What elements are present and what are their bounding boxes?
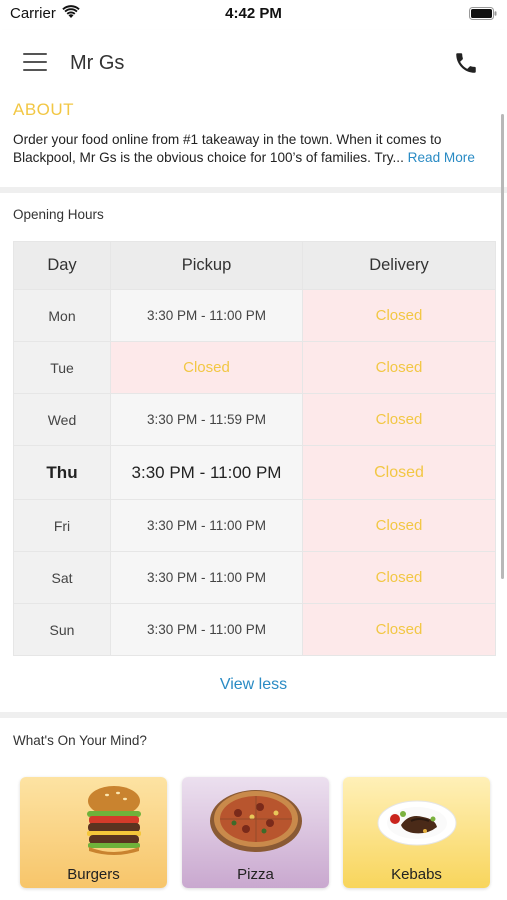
clock: 4:42 PM [225,5,282,22]
pickup-hours-cell: 3:30 PM - 11:59 PM [110,393,303,446]
table-header-row: Day Pickup Delivery [13,241,496,290]
day-cell: Sat [13,551,111,604]
pickup-hours-cell: 3:30 PM - 11:00 PM [110,445,303,500]
category-label: Kebabs [391,866,442,883]
category-label: Burgers [67,866,120,883]
delivery-closed-cell: Closed [302,499,496,552]
kebab-plate-icon [377,800,457,846]
delivery-closed-cell: Closed [302,603,496,656]
app-header: Mr Gs [0,30,507,98]
about-text: Order your food online from #1 takeaway … [13,131,497,166]
day-cell: Mon [13,289,111,342]
pickup-hours-cell: 3:30 PM - 11:00 PM [110,551,303,604]
column-header-delivery: Delivery [302,241,496,290]
delivery-closed-cell: Closed [302,551,496,604]
day-cell: Sun [13,603,111,656]
day-cell: Thu [13,445,111,500]
pickup-hours-cell: 3:30 PM - 11:00 PM [110,603,303,656]
category-label: Pizza [237,866,274,883]
delivery-closed-cell: Closed [302,445,496,500]
category-card-kebabs[interactable]: Kebabs [343,777,490,888]
pickup-closed-cell: Closed [110,341,303,394]
categories-title: What's On Your Mind? [13,733,147,748]
day-cell: Tue [13,341,111,394]
status-bar: Carrier 4:42 PM [0,0,507,30]
hours-row-fri: Fri 3:30 PM - 11:00 PM Closed [13,499,496,552]
day-cell: Wed [13,393,111,446]
day-cell: Fri [13,499,111,552]
about-title: ABOUT [13,100,75,119]
opening-hours-table: Day Pickup Delivery Mon 3:30 PM - 11:00 P… [13,241,496,656]
hours-row-sat: Sat 3:30 PM - 11:00 PM Closed [13,551,496,604]
phone-icon[interactable] [453,50,479,76]
opening-hours-title: Opening Hours [13,207,104,222]
hours-row-tue: Tue Closed Closed [13,341,496,394]
view-less-link[interactable]: View less [0,676,507,694]
hours-row-mon: Mon 3:30 PM - 11:00 PM Closed [13,289,496,342]
battery-icon [469,7,497,20]
hours-row-wed: Wed 3:30 PM - 11:59 PM Closed [13,393,496,446]
pizza-icon [210,790,302,852]
delivery-closed-cell: Closed [302,289,496,342]
about-description: Order your food online from #1 takeaway … [13,132,442,165]
hours-row-thu: Thu 3:30 PM - 11:00 PM Closed [13,445,496,500]
opening-hours-section: Opening Hours Day Pickup Delivery Mon 3:3… [0,193,507,713]
delivery-closed-cell: Closed [302,341,496,394]
hours-row-sun: Sun 3:30 PM - 11:00 PM Closed [13,603,496,656]
about-section: ABOUT Order your food online from #1 tak… [0,98,507,187]
category-card-pizza[interactable]: Pizza [182,777,329,888]
column-header-pickup: Pickup [110,241,303,290]
categories-section: What's On Your Mind? Burgers Pizza Kebab… [0,718,507,900]
column-header-day: Day [13,241,111,290]
category-card-burgers[interactable]: Burgers [20,777,167,888]
restaurant-title: Mr Gs [70,52,125,74]
pickup-hours-cell: 3:30 PM - 11:00 PM [110,289,303,342]
burger-icon [87,786,141,855]
delivery-closed-cell: Closed [302,393,496,446]
pickup-hours-cell: 3:30 PM - 11:00 PM [110,499,303,552]
hamburger-menu-icon[interactable] [23,53,47,73]
read-more-link[interactable]: Read More [408,150,475,165]
